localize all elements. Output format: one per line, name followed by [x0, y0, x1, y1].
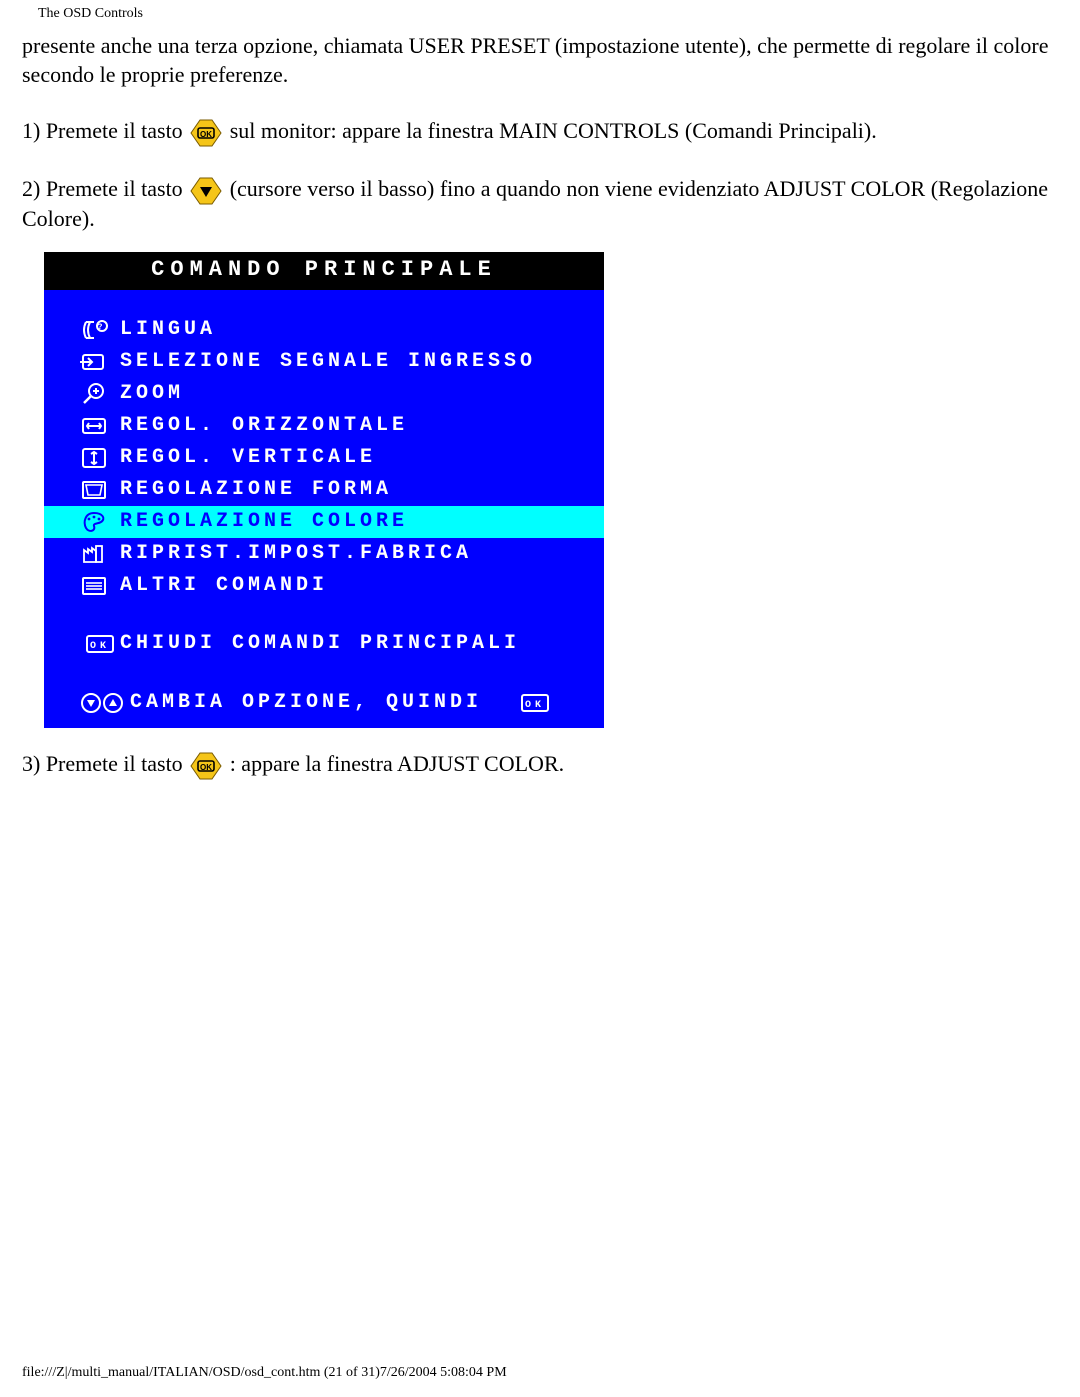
step-3-post: : appare la finestra ADJUST COLOR. [230, 751, 564, 776]
ok-box-icon: OK [80, 634, 120, 654]
osd-item-input-signal[interactable]: SELEZIONE SEGNALE INGRESSO [44, 346, 604, 378]
shape-adjust-icon [80, 478, 120, 502]
factory-icon [80, 542, 120, 566]
osd-item-label: REGOL. VERTICALE [120, 445, 594, 471]
step-1-pre: 1) Premete il tasto [22, 118, 188, 143]
up-down-nav-icon [80, 692, 130, 714]
step-1-post: sul monitor: appare la finestra MAIN CON… [230, 118, 877, 143]
footer-text: file:///Z|/multi_manual/ITALIAN/OSD/osd_… [22, 1365, 507, 1380]
osd-close[interactable]: OK CHIUDI COMANDI PRINCIPALI [44, 628, 604, 660]
osd-item-label: SELEZIONE SEGNALE INGRESSO [120, 349, 594, 375]
osd-item-horizontal[interactable]: REGOL. ORIZZONTALE [44, 410, 604, 442]
page-header: The OSD Controls [0, 0, 1080, 22]
osd-item-label: REGOLAZIONE FORMA [120, 477, 594, 503]
osd-item-label: REGOL. ORIZZONTALE [120, 413, 594, 439]
svg-text:OK: OK [200, 763, 212, 772]
svg-text:OK: OK [525, 700, 545, 711]
osd-footer: CAMBIA OPZIONE, QUINDI OK [44, 680, 604, 728]
vertical-adjust-icon [80, 446, 120, 470]
osd-body: ? LINGUA SELEZIONE SEGNALE INGRESSO [44, 290, 604, 728]
step-3-pre: 3) Premete il tasto [22, 751, 188, 776]
osd-close-label: CHIUDI COMANDI PRINCIPALI [120, 631, 594, 657]
svg-text:?: ? [98, 323, 107, 332]
ok-button-icon: OK [190, 119, 222, 147]
svg-text:OK: OK [200, 130, 212, 139]
osd-item-factory-reset[interactable]: RIPRIST.IMPOST.FABRICA [44, 538, 604, 570]
step-2-pre: 2) Premete il tasto [22, 176, 188, 201]
step-3: 3) Premete il tasto OK : appare la fines… [22, 750, 1058, 780]
osd-item-vertical[interactable]: REGOL. VERTICALE [44, 442, 604, 474]
osd-item-label: REGOLAZIONE COLORE [120, 509, 604, 535]
osd-panel: COMANDO PRINCIPALE ? LINGUA [44, 252, 604, 729]
step-1: 1) Premete il tasto OK sul monitor: appa… [22, 117, 1058, 147]
ok-box-icon: OK [520, 693, 550, 713]
palette-icon [80, 510, 120, 534]
language-icon: ? [80, 318, 120, 342]
list-icon [80, 574, 120, 598]
input-arrow-icon [80, 350, 120, 374]
page-header-title: The OSD Controls [38, 6, 143, 21]
osd-footer-label: CAMBIA OPZIONE, QUINDI [130, 690, 520, 716]
osd-item-label: ALTRI COMANDI [120, 573, 594, 599]
osd-title: COMANDO PRINCIPALE [44, 252, 604, 291]
osd-item-zoom[interactable]: ZOOM [44, 378, 604, 410]
down-arrow-button-icon [190, 177, 222, 205]
step-2: 2) Premete il tasto (cursore verso il ba… [22, 175, 1058, 234]
osd-item-lingua[interactable]: ? LINGUA [44, 314, 604, 346]
ok-button-icon: OK [190, 752, 222, 780]
horizontal-adjust-icon [80, 414, 120, 438]
osd-item-extra[interactable]: ALTRI COMANDI [44, 570, 604, 602]
osd-item-label: RIPRIST.IMPOST.FABRICA [120, 541, 594, 567]
page-footer: file:///Z|/multi_manual/ITALIAN/OSD/osd_… [22, 1365, 507, 1381]
svg-text:OK: OK [90, 641, 110, 652]
intro-paragraph: presente anche una terza opzione, chiama… [22, 32, 1058, 89]
osd-item-shape[interactable]: REGOLAZIONE FORMA [44, 474, 604, 506]
zoom-icon [80, 382, 120, 406]
osd-item-label: LINGUA [120, 317, 594, 343]
osd-item-color[interactable]: REGOLAZIONE COLORE [44, 506, 604, 538]
osd-item-label: ZOOM [120, 381, 594, 407]
